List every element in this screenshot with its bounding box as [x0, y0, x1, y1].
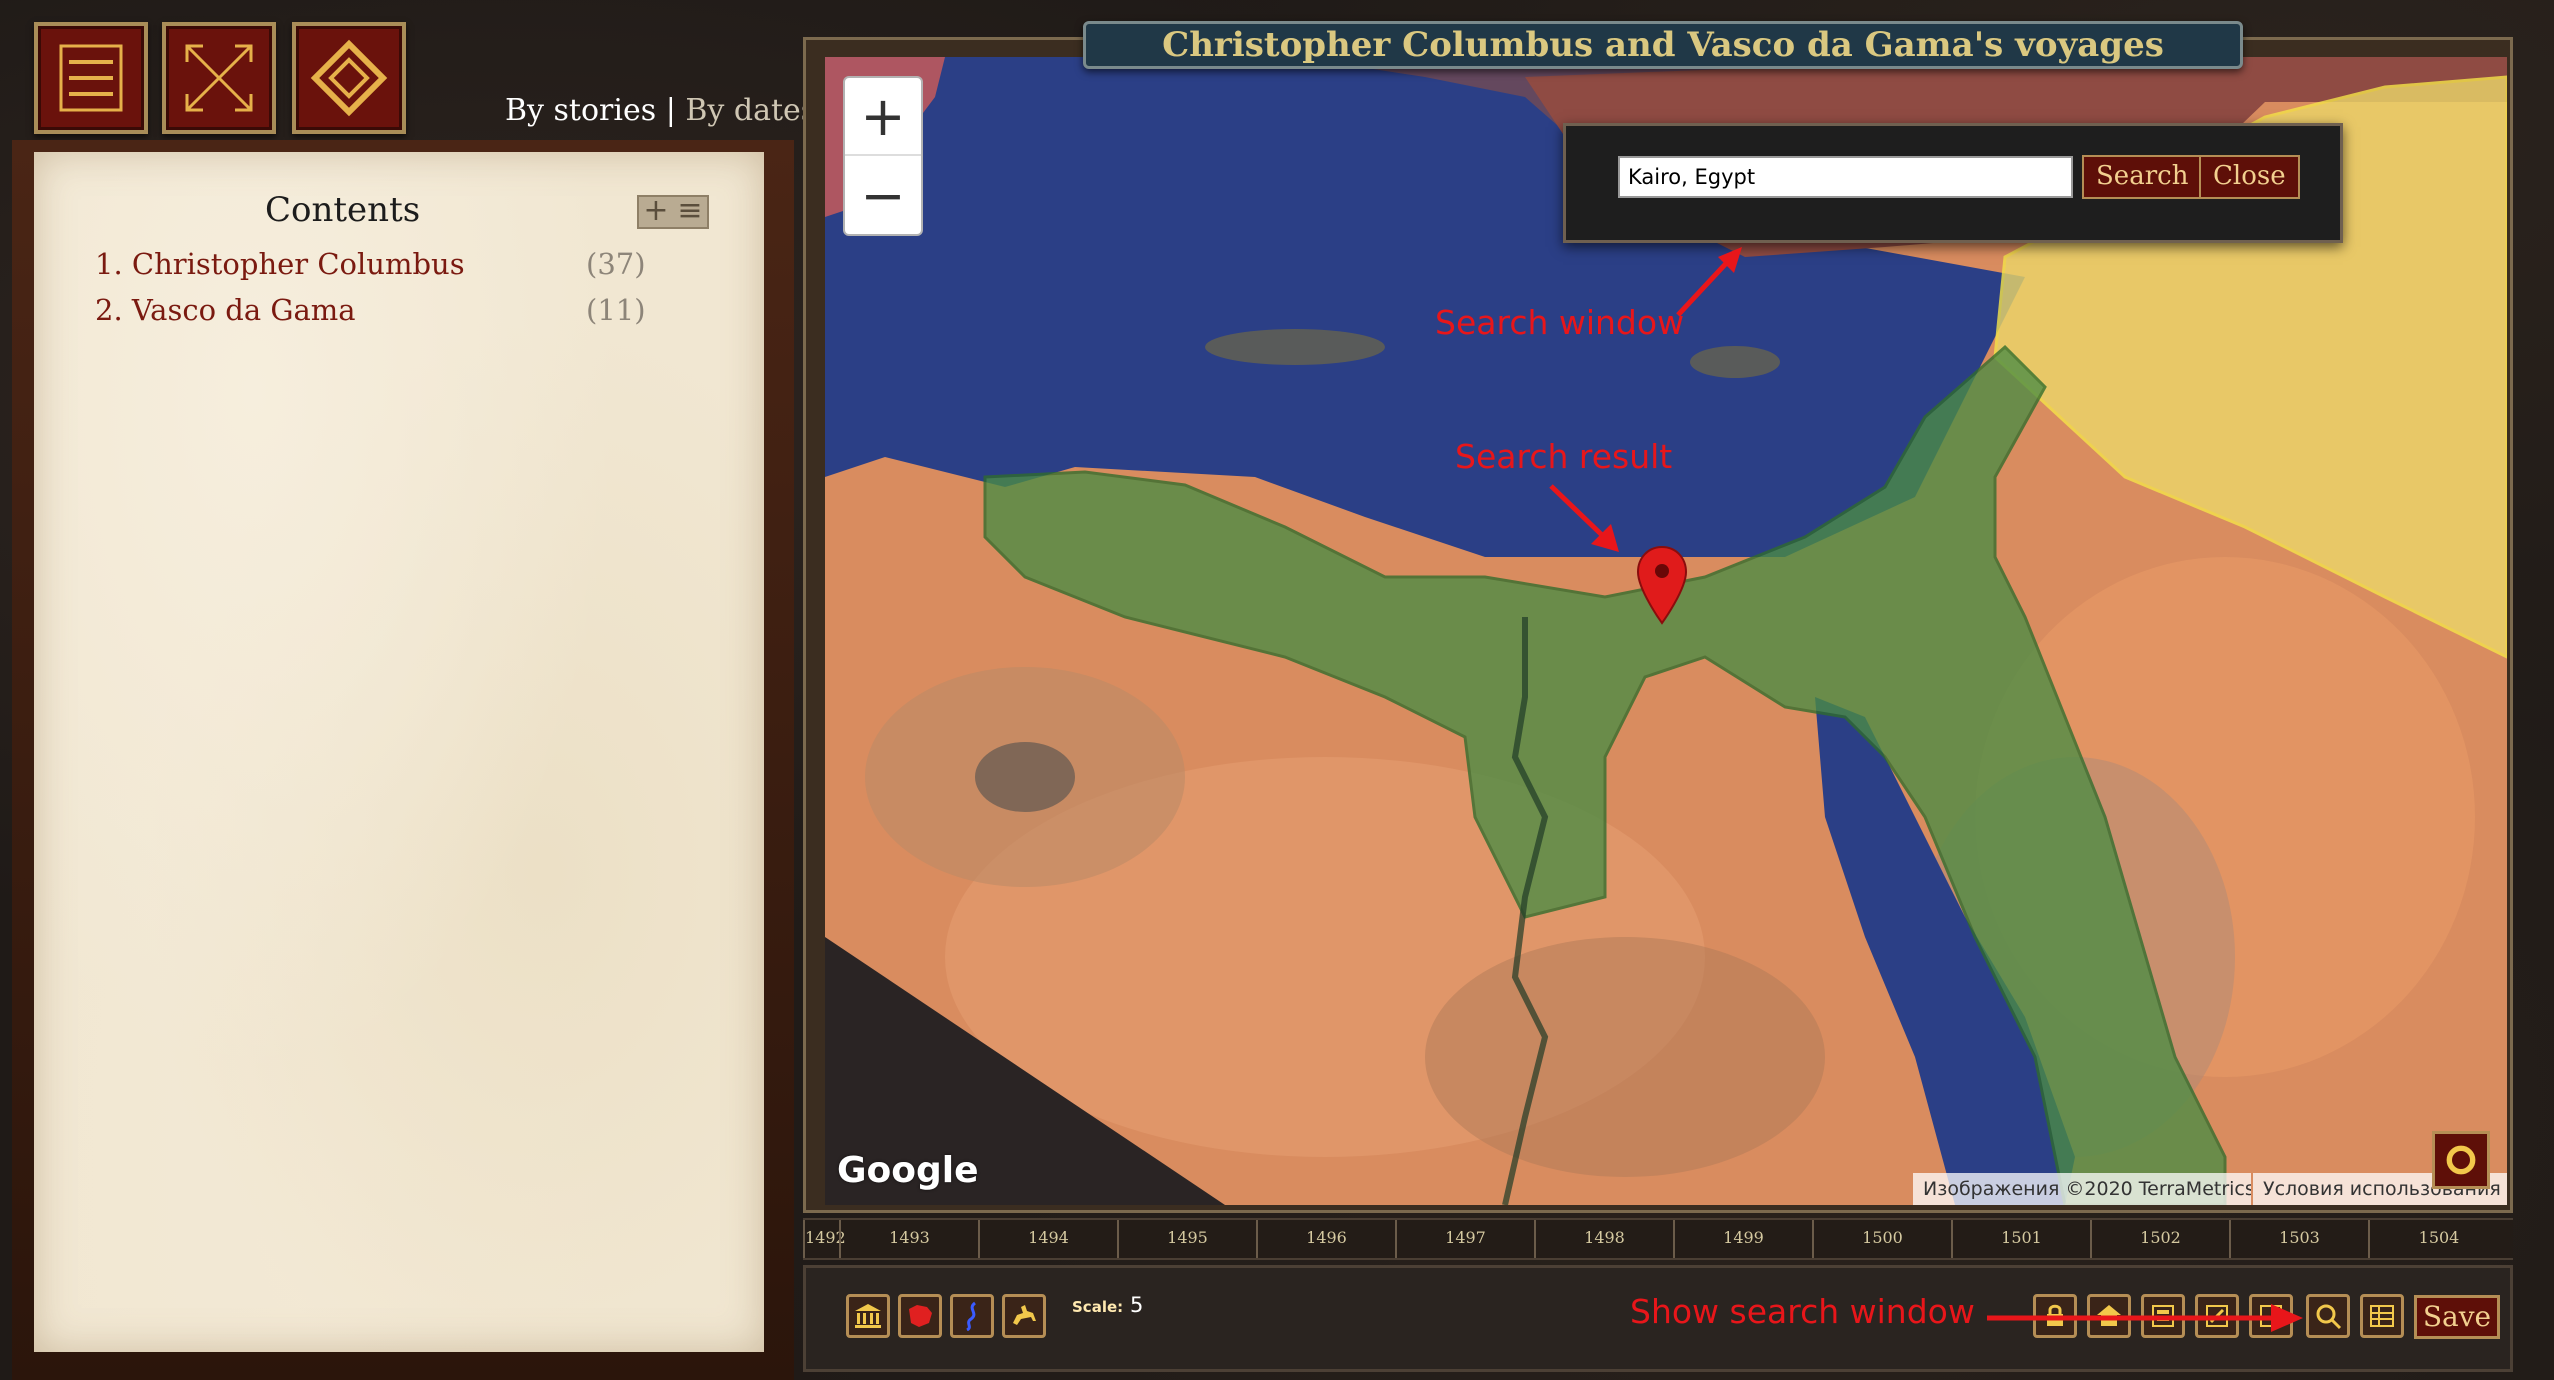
- timeline-year[interactable]: 1492: [803, 1220, 846, 1258]
- timeline-year[interactable]: 1500: [1812, 1220, 1951, 1258]
- timeline-year[interactable]: 1494: [978, 1220, 1117, 1258]
- diamond-eye-icon: [310, 39, 388, 117]
- map-shape-icon: [909, 1305, 932, 1327]
- annotation-search-result: Search result: [1455, 437, 1673, 476]
- contents-count: (37): [586, 247, 646, 281]
- target-icon: [2446, 1145, 2476, 1175]
- show-search-button[interactable]: [2306, 1294, 2350, 1338]
- timeline[interactable]: 1492 1493 1494 1495 1496 1497 1498 1499 …: [803, 1218, 2513, 1260]
- expand-all-icon[interactable]: +: [639, 196, 673, 227]
- contents-title: Contents: [265, 190, 421, 230]
- timeline-year[interactable]: 1504: [2368, 1220, 2508, 1258]
- view-switch: By stories | By dates: [505, 93, 816, 128]
- timeline-year[interactable]: 1501: [1951, 1220, 2090, 1258]
- search-icon: [2316, 1304, 2342, 1330]
- timeline-year[interactable]: 1496: [1256, 1220, 1395, 1258]
- menu-button[interactable]: [34, 22, 148, 134]
- horseman-button[interactable]: [1002, 1294, 1046, 1338]
- hamburger-icon: [59, 44, 123, 112]
- river-icon: [966, 1301, 977, 1331]
- by-dates-link[interactable]: By dates: [685, 93, 816, 128]
- timeline-year[interactable]: 1503: [2229, 1220, 2368, 1258]
- contents-panel: [34, 152, 764, 1352]
- google-logo: Google: [837, 1150, 979, 1191]
- timeline-year[interactable]: 1502: [2090, 1220, 2229, 1258]
- contents-item-columbus[interactable]: 1. Christopher Columbus: [95, 247, 465, 281]
- timeline-year[interactable]: 1495: [1117, 1220, 1256, 1258]
- search-button[interactable]: Search: [2082, 155, 2203, 199]
- save-button[interactable]: Save: [2414, 1295, 2500, 1339]
- expand-arrows-icon: [185, 44, 253, 112]
- museum-icon: [855, 1304, 881, 1328]
- horseman-icon: [1013, 1305, 1036, 1325]
- map-corner-button[interactable]: [2432, 1131, 2490, 1189]
- map-title: Christopher Columbus and Vasco da Gama's…: [1083, 21, 2243, 69]
- timeline-year[interactable]: 1497: [1395, 1220, 1534, 1258]
- map-pin-icon[interactable]: [1636, 545, 1688, 625]
- annotation-search-window: Search window: [1435, 303, 1685, 342]
- contents-item-da-gama[interactable]: 2. Vasco da Gama: [95, 293, 356, 327]
- scale-value: 5: [1130, 1293, 1144, 1317]
- river-button[interactable]: [950, 1294, 994, 1338]
- expand-collapse-control[interactable]: + ≡: [637, 195, 709, 229]
- fullscreen-button[interactable]: [162, 22, 276, 134]
- museum-button[interactable]: [846, 1294, 890, 1338]
- annotation-show-search: Show search window: [1630, 1292, 1975, 1331]
- timeline-year[interactable]: 1498: [1534, 1220, 1673, 1258]
- zoom-out-button[interactable]: −: [845, 156, 921, 234]
- annotation-arrow-icon: [1676, 247, 1742, 317]
- timeline-year[interactable]: 1493: [839, 1220, 978, 1258]
- grid-icon: [2370, 1305, 2394, 1327]
- close-button[interactable]: Close: [2199, 155, 2300, 199]
- by-stories-link[interactable]: By stories: [505, 93, 656, 128]
- scale-label: Scale:: [1072, 1298, 1124, 1316]
- region-button[interactable]: [898, 1294, 942, 1338]
- zoom-control: + −: [843, 76, 923, 236]
- annotation-arrow-icon: [1987, 1304, 2303, 1332]
- zoom-in-button[interactable]: +: [845, 78, 921, 156]
- grid-button[interactable]: [2360, 1294, 2404, 1338]
- view-toggle-button[interactable]: [292, 22, 406, 134]
- timeline-year[interactable]: 1499: [1673, 1220, 1812, 1258]
- search-input[interactable]: [1618, 156, 2073, 198]
- map-attribution: Изображения ©2020 TerraMetrics: [1913, 1173, 2251, 1205]
- contents-count: (11): [586, 293, 646, 327]
- annotation-arrow-icon: [1549, 484, 1619, 552]
- search-window: Search Close: [1563, 123, 2343, 243]
- view-separator: |: [665, 93, 676, 128]
- list-view-icon[interactable]: ≡: [673, 196, 707, 227]
